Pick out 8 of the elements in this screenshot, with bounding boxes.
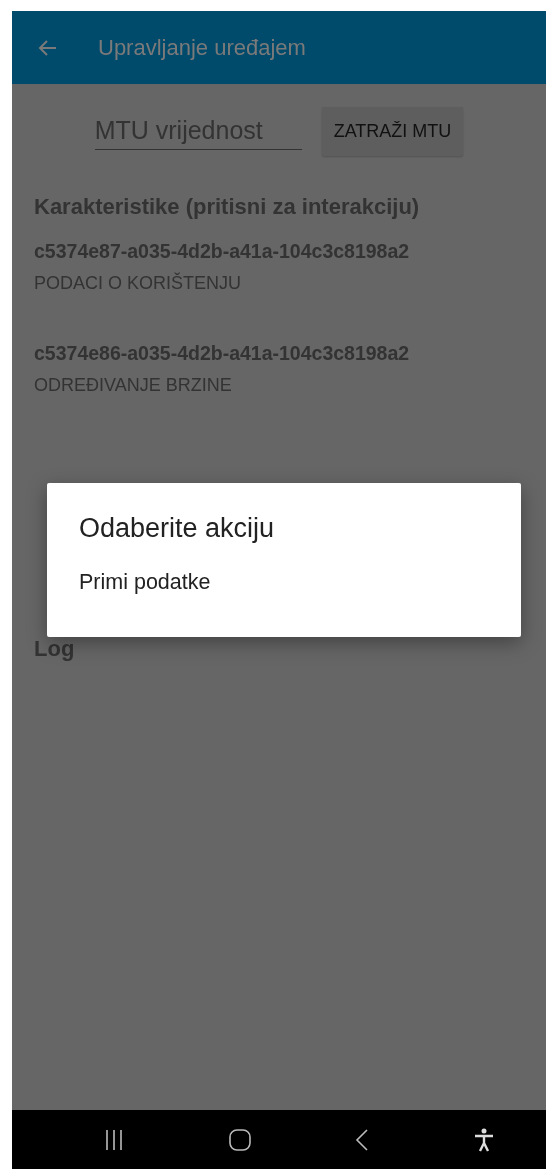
request-mtu-button[interactable]: ZATRAŽI MTU	[321, 107, 464, 156]
dialog-option[interactable]: Primi podatke	[79, 570, 211, 595]
accessibility-icon[interactable]	[473, 1127, 494, 1152]
back-icon[interactable]	[355, 1128, 370, 1151]
recent-apps-icon[interactable]	[104, 1128, 125, 1151]
screen-title: Upravljanje uređajem	[98, 34, 306, 61]
dialog-title: Odaberite akciju	[79, 513, 276, 544]
home-icon[interactable]	[228, 1128, 251, 1151]
